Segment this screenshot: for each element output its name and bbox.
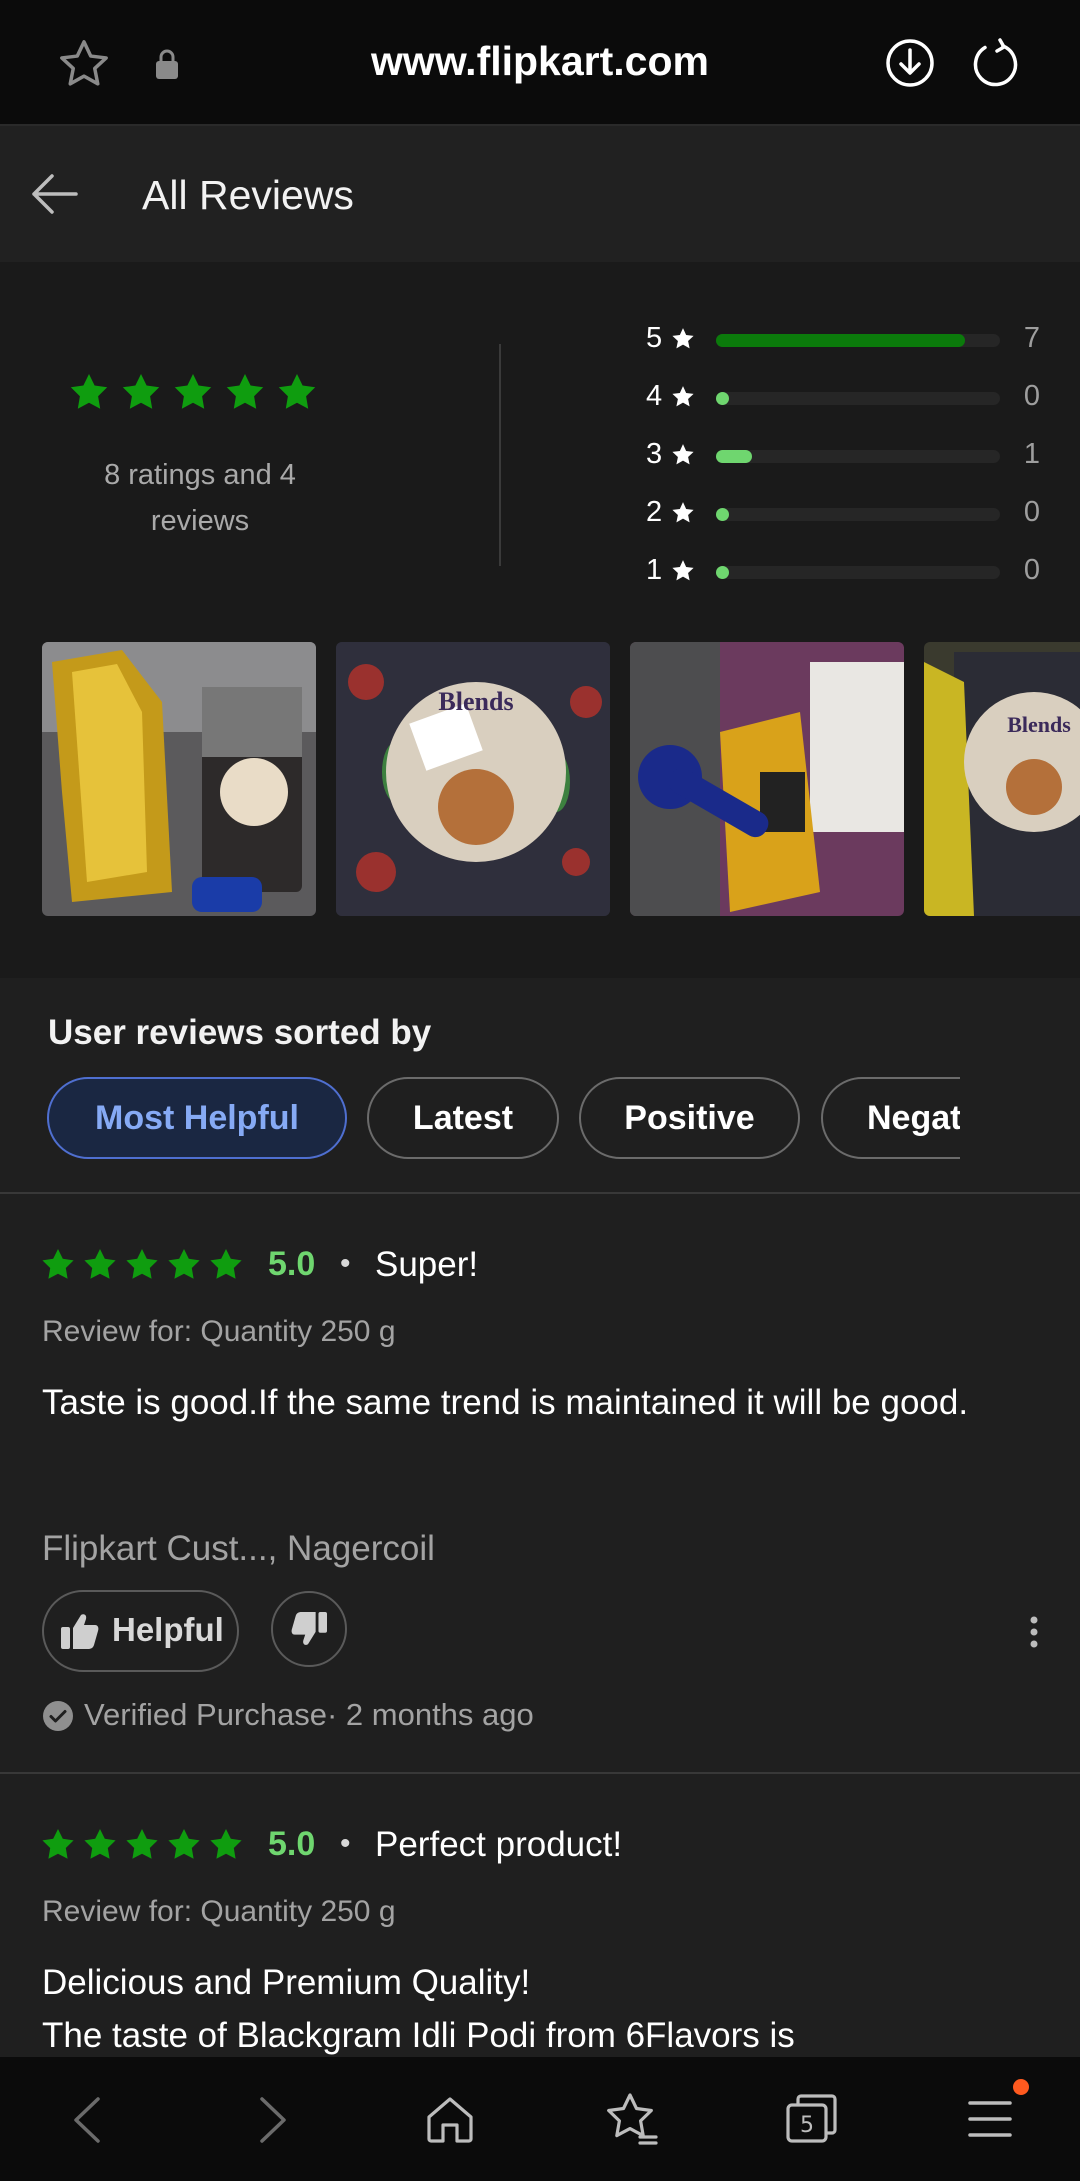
rating-bar-fill: [716, 566, 729, 579]
star-icon: [670, 500, 696, 526]
rating-bar-count: 1: [1023, 438, 1040, 470]
back-arrow-icon[interactable]: [28, 170, 80, 218]
rating-bar-track: [716, 508, 1000, 521]
rating-bar-track: [716, 392, 1000, 405]
rating-bar-3: 3 1: [640, 436, 1040, 476]
rating-bar-4: 4 0: [640, 378, 1040, 418]
back-chevron-icon[interactable]: [68, 2095, 108, 2145]
star-icon: [670, 384, 696, 410]
rating-bar-1: 1 0: [640, 552, 1040, 592]
review-rating-value: 5.0: [268, 1825, 316, 1863]
verified-purchase-label: Verified Purchase· 2 months ago: [84, 1697, 534, 1732]
rating-bar-fill: [716, 392, 729, 405]
rating-bar-count: 7: [1023, 322, 1040, 354]
verified-check-icon: [42, 1700, 74, 1732]
tabs-icon[interactable]: 5: [784, 2091, 840, 2147]
rating-bar-2: 2 0: [640, 494, 1040, 534]
review-card: 5.0 • Perfect product! Review for: Quant…: [0, 1773, 1080, 2057]
review-card: 5.0 • Super! Review for: Quantity 250 g …: [0, 1193, 1080, 1771]
scroll-fade: [960, 1070, 1080, 1170]
review-variant: Review for: Quantity 250 g: [42, 1895, 396, 1928]
rating-bar-5: 5 7: [640, 320, 1040, 360]
review-rating-stars: [40, 1828, 244, 1864]
rating-bar-label: 2: [646, 496, 663, 528]
rating-bar-count: 0: [1023, 380, 1040, 412]
rating-bar-label: 3: [646, 438, 663, 470]
review-photo-thumbnail[interactable]: Blends: [924, 642, 1080, 916]
browser-bottom-nav: 5: [0, 2057, 1080, 2181]
review-title: Perfect product!: [375, 1825, 623, 1864]
divider: [499, 344, 501, 566]
helpful-label: Helpful: [112, 1611, 224, 1648]
review-photo-thumbnail[interactable]: [42, 642, 316, 916]
review-author: Flipkart Cust..., Nagercoil: [42, 1529, 435, 1568]
bookmarks-icon[interactable]: [604, 2091, 660, 2147]
reload-icon[interactable]: [970, 38, 1022, 90]
review-body-line: The taste of Blackgram Idli Podi from 6F…: [42, 2016, 795, 2055]
review-rating-value: 5.0: [268, 1245, 316, 1283]
rating-bar-label: 4: [646, 380, 663, 412]
thumbs-down-icon: [290, 1611, 328, 1647]
notification-dot: [1013, 2079, 1029, 2095]
thumbs-up-icon: [60, 1612, 100, 1650]
page-title: All Reviews: [142, 172, 354, 218]
review-body-line: Delicious and Premium Quality!: [42, 1963, 531, 2002]
rating-bar-fill: [716, 334, 965, 347]
forward-chevron-icon[interactable]: [252, 2095, 292, 2145]
rating-bar-track: [716, 450, 1000, 463]
overall-rating-stars: [68, 372, 320, 414]
more-options-icon[interactable]: [1022, 1612, 1046, 1652]
star-icon: [670, 558, 696, 584]
separator-dot: •: [340, 1827, 351, 1860]
helpful-button[interactable]: Helpful: [42, 1590, 239, 1672]
ratings-count-caption: 8 ratings and 4 reviews: [104, 459, 296, 537]
rating-bar-label: 1: [646, 554, 663, 586]
menu-icon[interactable]: [966, 2097, 1014, 2141]
svg-text:Blends: Blends: [438, 687, 513, 716]
review-body: Taste is good.If the same trend is maint…: [42, 1383, 969, 1422]
app-header: All Reviews: [0, 126, 1080, 262]
rating-bar-label: 5: [646, 322, 663, 354]
svg-text:Blends: Blends: [1007, 712, 1071, 737]
rating-bar-fill: [716, 450, 752, 463]
sort-section-title: User reviews sorted by: [48, 1013, 432, 1052]
review-title: Super!: [375, 1245, 479, 1284]
star-icon: [670, 442, 696, 468]
review-rating-stars: [40, 1248, 244, 1284]
svg-text:5: 5: [800, 2113, 814, 2138]
rating-bar-track: [716, 566, 1000, 579]
rating-bar-count: 0: [1023, 496, 1040, 528]
sort-chip-latest[interactable]: Latest: [367, 1077, 559, 1159]
star-icon: [670, 326, 696, 352]
rating-bar-track: [716, 334, 1000, 347]
not-helpful-button[interactable]: [271, 1591, 347, 1667]
separator-dot: •: [340, 1247, 351, 1280]
download-icon[interactable]: [885, 38, 935, 88]
sort-chip-positive[interactable]: Positive: [579, 1077, 800, 1159]
sort-chip-most-helpful[interactable]: Most Helpful: [47, 1077, 347, 1159]
review-photo-thumbnail[interactable]: Blends: [336, 642, 610, 916]
rating-bar-fill: [716, 508, 729, 521]
home-icon[interactable]: [424, 2093, 476, 2145]
rating-bar-count: 0: [1023, 554, 1040, 586]
review-body: Delicious and Premium Quality! The taste…: [42, 1956, 1042, 2057]
review-variant: Review for: Quantity 250 g: [42, 1315, 396, 1348]
ratings-summary: 8 ratings and 4 reviews 5 7 4 0 3 1 2 0 …: [0, 262, 1080, 978]
review-photo-thumbnail[interactable]: [630, 642, 904, 916]
browser-toolbar: www.flipkart.com: [0, 0, 1080, 126]
